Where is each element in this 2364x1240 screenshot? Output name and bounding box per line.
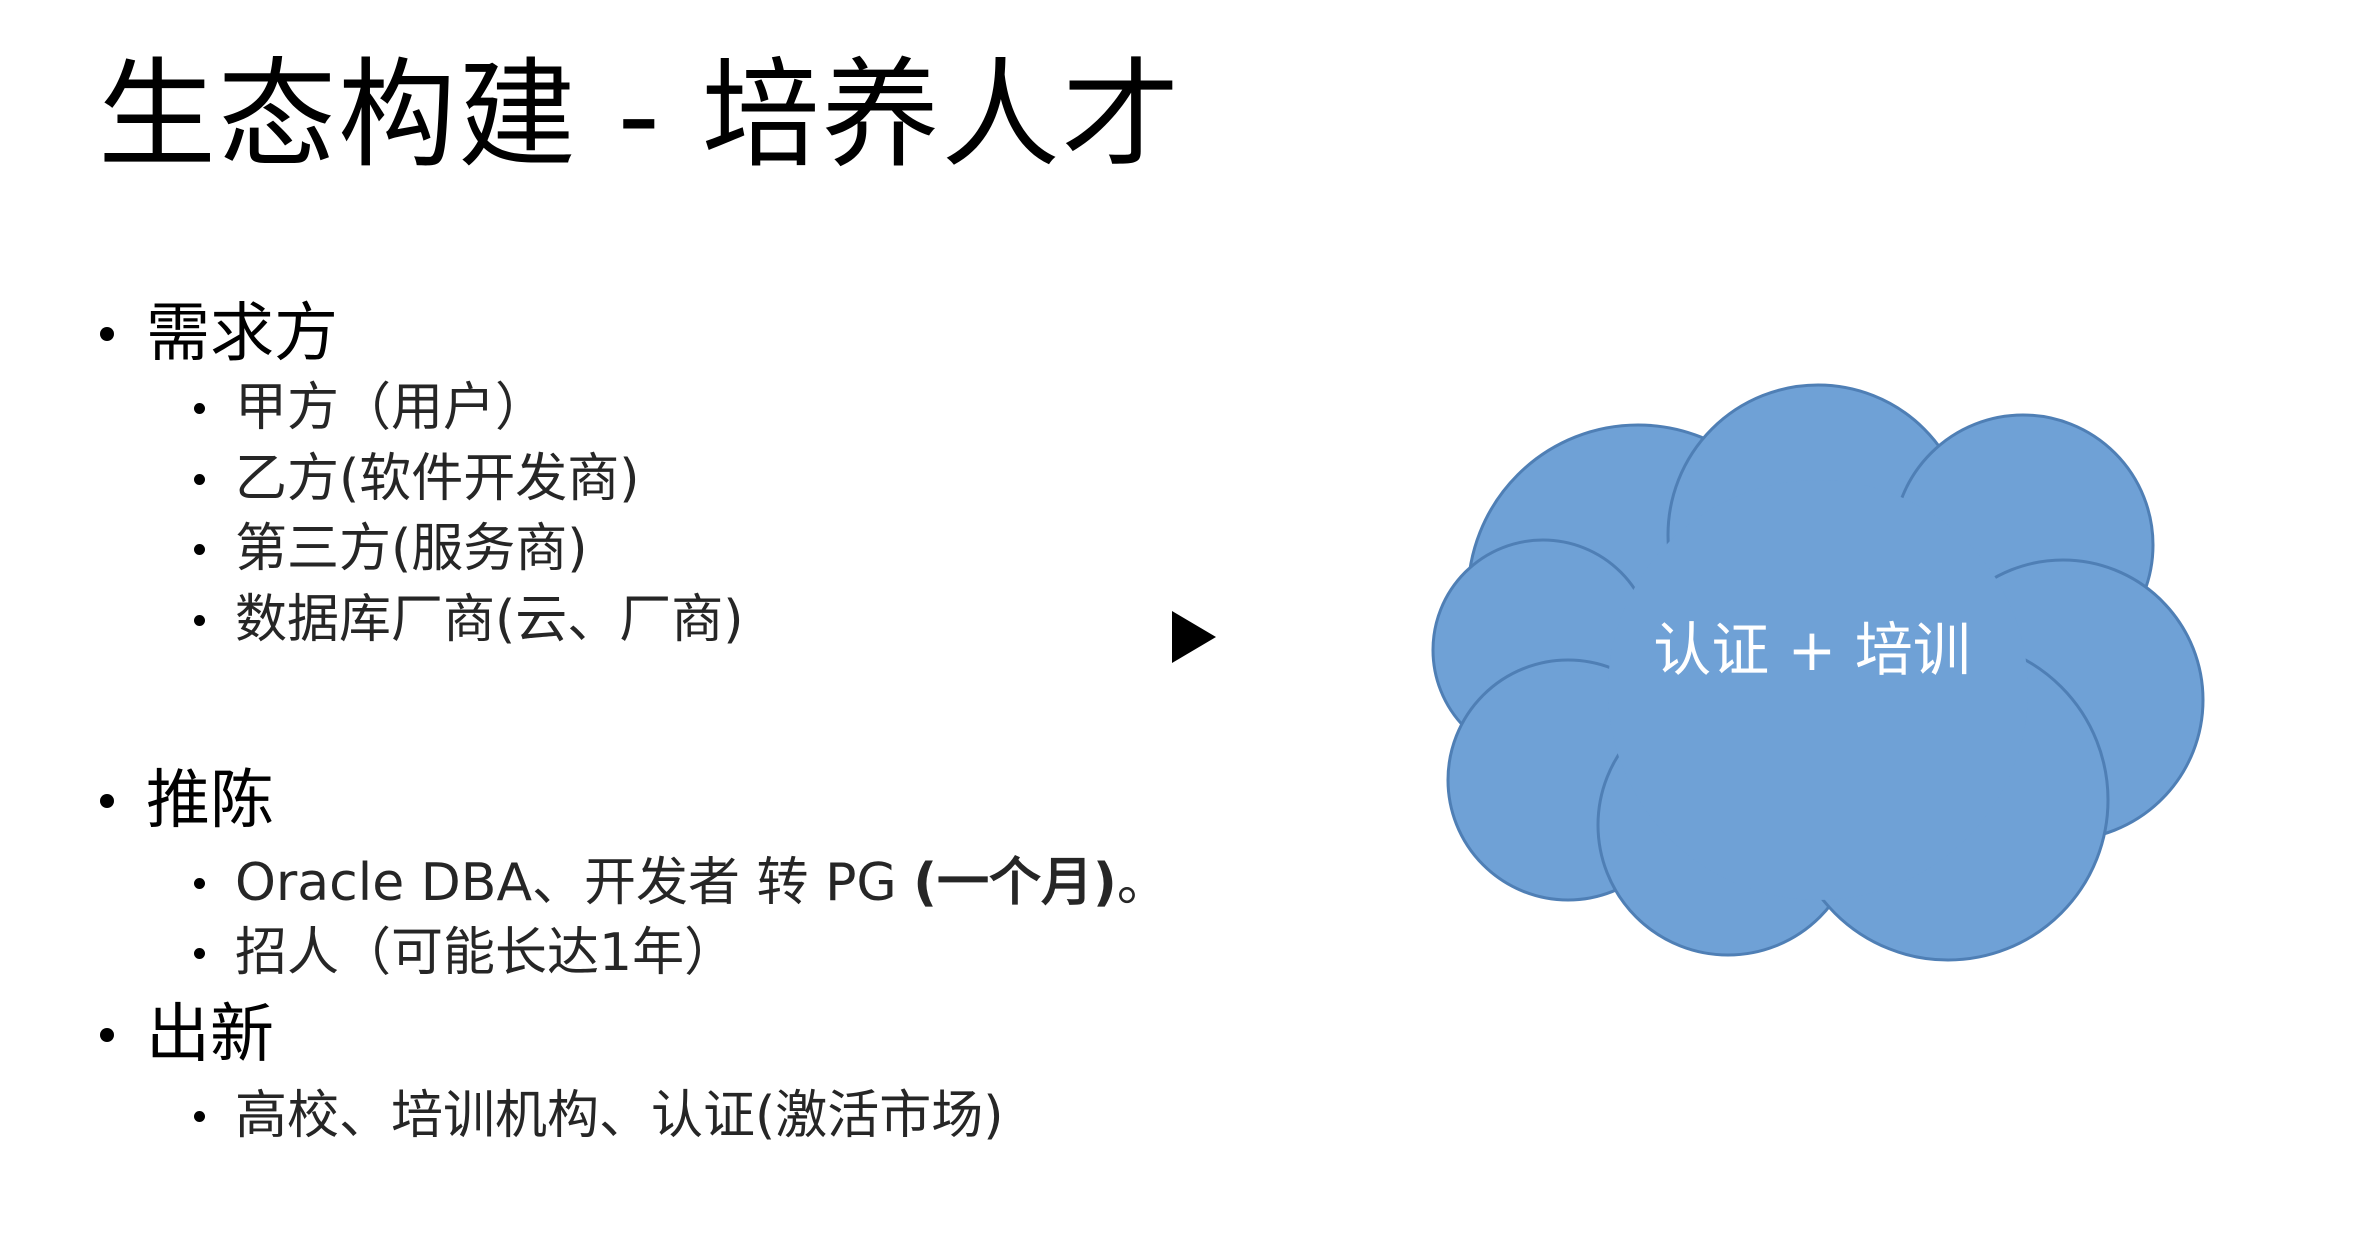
section-heading-label: 出新 [146, 998, 274, 1072]
list-item: 乙方(软件开发商) [192, 446, 640, 512]
list-item-label: 甲方（用户） [235, 378, 548, 438]
bullet-dot-icon [100, 327, 114, 341]
bullet-dot-icon [100, 1028, 114, 1042]
bullet-dot-icon [194, 402, 205, 414]
duration-emphasis: (一个月) [913, 853, 1117, 913]
list-item-label: 乙方(软件开发商) [235, 449, 640, 509]
list-item-label: 第三方(服务商) [235, 519, 588, 579]
list-item-label: 数据库厂商(云、厂商) [235, 590, 744, 650]
section-heading-label: 需求方 [146, 297, 338, 371]
list-item-label: 招人（可能长达1年） [235, 923, 737, 983]
list-item-label: 高校、培训机构、认证(激活市场) [235, 1086, 1004, 1146]
bullet-dot-icon [194, 614, 205, 626]
list-item-label: Oracle DBA、开发者 转 PG (一个月)。 [235, 850, 1169, 916]
list-item: 高校、培训机构、认证(激活市场) [192, 1083, 1004, 1149]
section-heading-renew: 推陈 [92, 761, 274, 841]
cloud-label: 认证 + 培训 [1653, 616, 1971, 684]
bullet-list: 需求方 甲方（用户） 乙方(软件开发商) 第三方(服务商) 数据库厂商(云、厂商… [92, 0, 1222, 1240]
list-item: 甲方（用户） [192, 375, 547, 441]
bullet-dot-icon [194, 947, 205, 959]
bullet-dot-icon [194, 877, 205, 889]
section-heading-demand: 需求方 [92, 294, 338, 374]
bullet-dot-icon [100, 794, 114, 808]
section-heading-new: 出新 [92, 995, 274, 1075]
bullet-dot-icon [194, 1110, 205, 1122]
cloud-shape: 认证 + 培训 [1418, 370, 2206, 970]
bullet-dot-icon [194, 543, 205, 555]
section-heading-label: 推陈 [146, 764, 274, 838]
list-item-prefix: Oracle DBA、开发者 转 PG [235, 853, 914, 913]
list-item: 招人（可能长达1年） [192, 920, 736, 986]
list-item: 数据库厂商(云、厂商) [192, 587, 744, 653]
list-item: 第三方(服务商) [192, 516, 588, 582]
bullet-dot-icon [194, 473, 205, 485]
list-item-suffix: 。 [1116, 853, 1169, 913]
list-item: Oracle DBA、开发者 转 PG (一个月)。 [192, 850, 1169, 916]
play-triangle-icon [1172, 611, 1216, 663]
